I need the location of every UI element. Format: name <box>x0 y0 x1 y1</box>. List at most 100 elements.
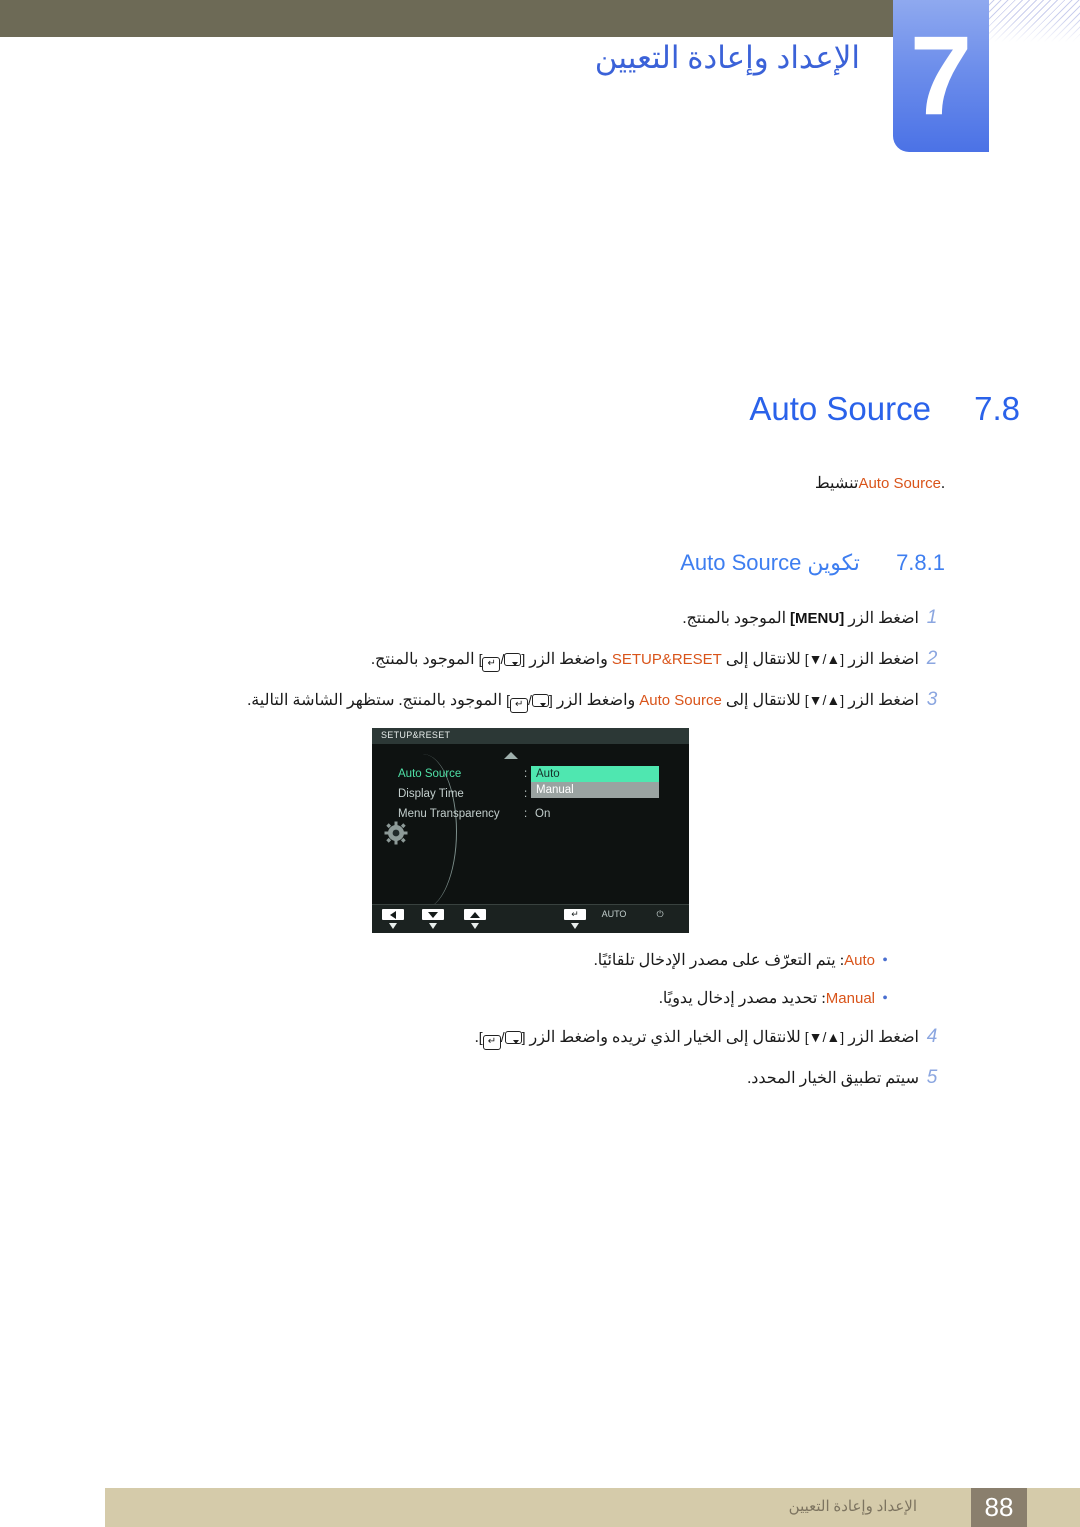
osd-option-manual[interactable]: Manual <box>531 782 659 798</box>
enter-icon: ↵ <box>482 1035 501 1050</box>
subsection-name-keyword: Auto Source <box>680 550 802 575</box>
osd-row-colon: : <box>524 768 528 780</box>
chapter-number-badge: 7 <box>893 0 989 152</box>
subsection-number: 7.8.1 <box>896 550 945 575</box>
osd-row-label-display-time[interactable]: Display Time <box>398 788 464 800</box>
step-item-1: 1 اضغط الزر [MENU] الموجود بالمنتج. <box>0 607 945 629</box>
osd-button-left[interactable] <box>382 909 404 929</box>
up-arrow-icon <box>464 909 486 920</box>
step-item-4: 4 اضغط الزر [▲/▼] للانتقال إلى الخيار الذ… <box>0 1026 945 1050</box>
step2-post: الموجود بالمنتج. <box>371 651 479 668</box>
bullet-keyword-manual: Manual <box>825 990 875 1007</box>
power-icon: ⏻ <box>656 909 664 919</box>
bullet-item-auto: • Auto: يتم التعرّف على مصدر الإدخال تلقا… <box>0 950 895 970</box>
source-enter-key-group: [/↵] <box>506 692 553 713</box>
gear-icon <box>384 821 408 845</box>
bullet-item-manual: • Manual: تحديد مصدر إدخال يدويًا. <box>0 988 895 1008</box>
setup-reset-keyword: SETUP&RESET <box>611 651 722 668</box>
enter-arrow-icon: ↵ <box>564 909 586 920</box>
subsection-name-prefix: تكوين <box>801 550 860 575</box>
osd-row-label-menu-transparency[interactable]: Menu Transparency <box>398 808 500 820</box>
osd-row-value-menu-transparency: On <box>535 808 551 820</box>
osd-screenshot: SETUP&RESET Auto Source : Display Time:… <box>372 728 689 933</box>
step4-pre: اضغط الزر <box>844 1029 919 1046</box>
updown-key-label: [▲/▼] <box>804 1029 845 1045</box>
source-enter-key-group: [/↵] <box>479 1029 526 1050</box>
source-enter-key-group: [/↵] <box>479 651 526 672</box>
osd-row-label-auto-source[interactable]: Auto Source <box>398 768 461 780</box>
bullet-body-auto: : يتم التعرّف على مصدر الإدخال تلقائيًا. <box>593 952 845 969</box>
source-icon <box>504 1031 522 1044</box>
section-description-prefix: تنشيط <box>814 475 859 492</box>
step1-pre: اضغط الزر <box>844 610 919 627</box>
enter-icon: ↵ <box>482 657 501 672</box>
section-number: 7.8 <box>974 390 1020 427</box>
bullet-dot-icon: • <box>882 952 888 969</box>
header-olive-bar <box>0 0 895 37</box>
section-heading: Auto Source 7.8 <box>0 390 1020 428</box>
step-text: اضغط الزر [▲/▼] للانتقال إلى SETUP&RESET… <box>371 649 919 672</box>
button-tick-icon <box>471 923 479 929</box>
osd-button-down[interactable] <box>422 909 444 929</box>
section-title-text: Auto Source <box>749 390 931 427</box>
button-tick-icon <box>389 923 397 929</box>
osd-button-enter[interactable]: ↵ <box>564 909 586 929</box>
osd-button-power[interactable]: ⏻ <box>644 909 676 920</box>
osd-button-up[interactable] <box>464 909 486 929</box>
step-text: سيتم تطبيق الخيار المحدد. <box>747 1070 919 1087</box>
section-description-keyword: Auto Source <box>858 475 941 492</box>
bullet-keyword-auto: Auto <box>844 952 875 969</box>
updown-key-label: [▲/▼] <box>804 651 845 667</box>
source-icon <box>531 694 549 707</box>
step3-mid2: واضغط الزر <box>552 692 640 709</box>
source-icon <box>504 653 522 666</box>
step-item-5: 5 سيتم تطبيق الخيار المحدد. <box>0 1067 945 1089</box>
step-text: اضغط الزر [▲/▼] للانتقال إلى الخيار الذي… <box>475 1027 919 1050</box>
section-description-suffix: . <box>941 475 945 492</box>
button-tick-icon <box>429 923 437 929</box>
step2-pre: اضغط الزر <box>844 651 919 668</box>
step2-mid2: واضغط الزر <box>525 651 612 668</box>
auto-source-keyword: Auto Source <box>639 692 722 709</box>
bullet-dot-icon: • <box>882 990 888 1007</box>
step-number: 1 <box>926 607 938 628</box>
hatch-fade-overlay <box>985 0 1080 42</box>
step2-mid: للانتقال إلى <box>721 651 805 668</box>
step-text: اضغط الزر [▲/▼] للانتقال إلى Auto Source… <box>247 690 919 713</box>
osd-scroll-up-indicator <box>504 752 518 759</box>
down-arrow-icon <box>422 909 444 920</box>
subsection-title: تكوين Auto Source <box>680 550 860 576</box>
bullet-body-manual: : تحديد مصدر إدخال يدويًا. <box>658 990 826 1007</box>
step3-post: الموجود بالمنتج. ستظهر الشاشة التالية. <box>247 692 507 709</box>
osd-title-text: SETUP&RESET <box>381 730 451 740</box>
step3-mid: للانتقال إلى <box>721 692 805 709</box>
step-number: 3 <box>926 689 938 710</box>
osd-button-auto[interactable]: AUTO <box>598 909 630 919</box>
page-number-badge: 88 <box>971 1488 1027 1527</box>
bullet-text: Manual: تحديد مصدر إدخال يدويًا. <box>659 990 875 1007</box>
step-number: 5 <box>926 1067 938 1088</box>
osd-row-colon: : <box>524 788 528 800</box>
bullet-text: Auto: يتم التعرّف على مصدر الإدخال تلقائ… <box>594 952 875 969</box>
step3-pre: اضغط الزر <box>844 692 919 709</box>
osd-button-auto-label: AUTO <box>601 909 627 919</box>
button-tick-icon <box>571 923 579 929</box>
step-text: اضغط الزر [MENU] الموجود بالمنتج. <box>682 608 919 628</box>
updown-key-label: [▲/▼] <box>804 692 845 708</box>
step-item-3: 3 اضغط الزر [▲/▼] للانتقال إلى Auto Sourc… <box>0 689 945 713</box>
step-number: 2 <box>926 648 938 669</box>
subsection-heading: تكوين Auto Source 7.8.1 <box>0 550 945 576</box>
step-number: 4 <box>926 1026 938 1047</box>
menu-key-label: [MENU] <box>790 610 845 627</box>
footer-chapter-text: الإعداد وإعادة التعيين <box>788 1499 917 1515</box>
step4-mid: للانتقال إلى الخيار الذي تريده واضغط الز… <box>525 1029 805 1046</box>
osd-button-bar: ↵ AUTO ⏻ <box>372 904 689 933</box>
osd-option-auto[interactable]: Auto <box>531 766 659 782</box>
page-footer: الإعداد وإعادة التعيين 88 <box>105 1488 1080 1527</box>
step1-post: الموجود بالمنتج. <box>682 610 791 627</box>
section-description: .Auto Sourceتنشيط <box>0 473 945 493</box>
step-item-2: 2 اضغط الزر [▲/▼] للانتقال إلى SETUP&RESE… <box>0 648 945 672</box>
osd-row-colon: : <box>524 808 528 820</box>
page-header: 7 الإعداد وإعادة التعيين <box>0 0 1080 160</box>
chapter-title: الإعداد وإعادة التعيين <box>594 40 860 75</box>
